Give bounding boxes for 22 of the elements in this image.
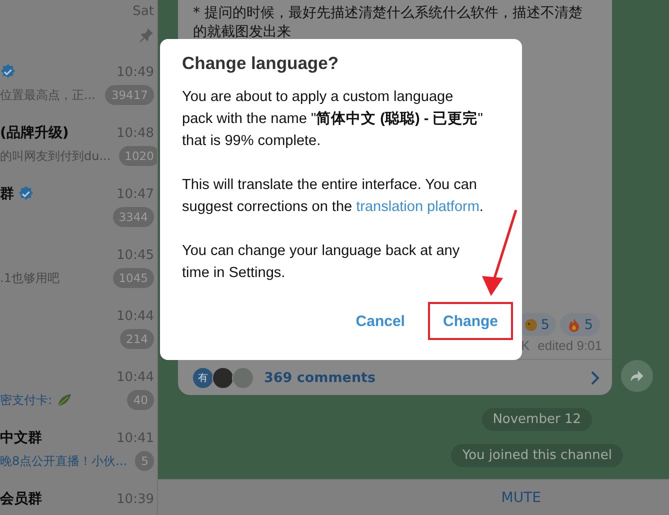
service-message: You joined this channel: [451, 444, 623, 467]
dialog-button[interactable]: Cancel: [342, 304, 418, 338]
dialog-text: You can change your language back at any time in Settings.: [182, 242, 461, 283]
dialog-title: Change language?: [182, 52, 340, 74]
mute-button[interactable]: MUTE: [501, 490, 541, 506]
chat-name: (品牌升级): [0, 124, 69, 142]
message-preview: 的叫网友到付到du...: [0, 148, 111, 164]
message-preview: 位置最高点，正...: [0, 86, 96, 104]
chat-name: 群: [0, 185, 14, 203]
message-preview: 晚8点公开直播！小伙...: [0, 452, 128, 470]
chat-name: 会员群: [0, 490, 42, 508]
chat-name: 中文群: [0, 429, 42, 447]
dialog-text: You are about to apply a custom language pack with the name "简体中文 (聪聪) - 已更完" that is 99% complete.: [182, 88, 484, 151]
message-preview: 密支付卡:: [0, 392, 52, 408]
platform-link[interactable]: translation platform: [356, 199, 480, 215]
reaction[interactable]: 5: [560, 313, 600, 336]
dialog-text: This will translate the entire interface. You can suggest corrections on the translation platform.: [182, 176, 484, 217]
message-text: * 提问的时候，最好先描述清楚什么系统什么软件，描述不清楚的就截图发出来: [192, 4, 584, 42]
avatar: 有: [192, 366, 214, 388]
service-message: November 12: [482, 408, 592, 431]
dialog-button[interactable]: Change: [430, 304, 511, 338]
message-preview: .1也够用吧: [0, 270, 60, 286]
